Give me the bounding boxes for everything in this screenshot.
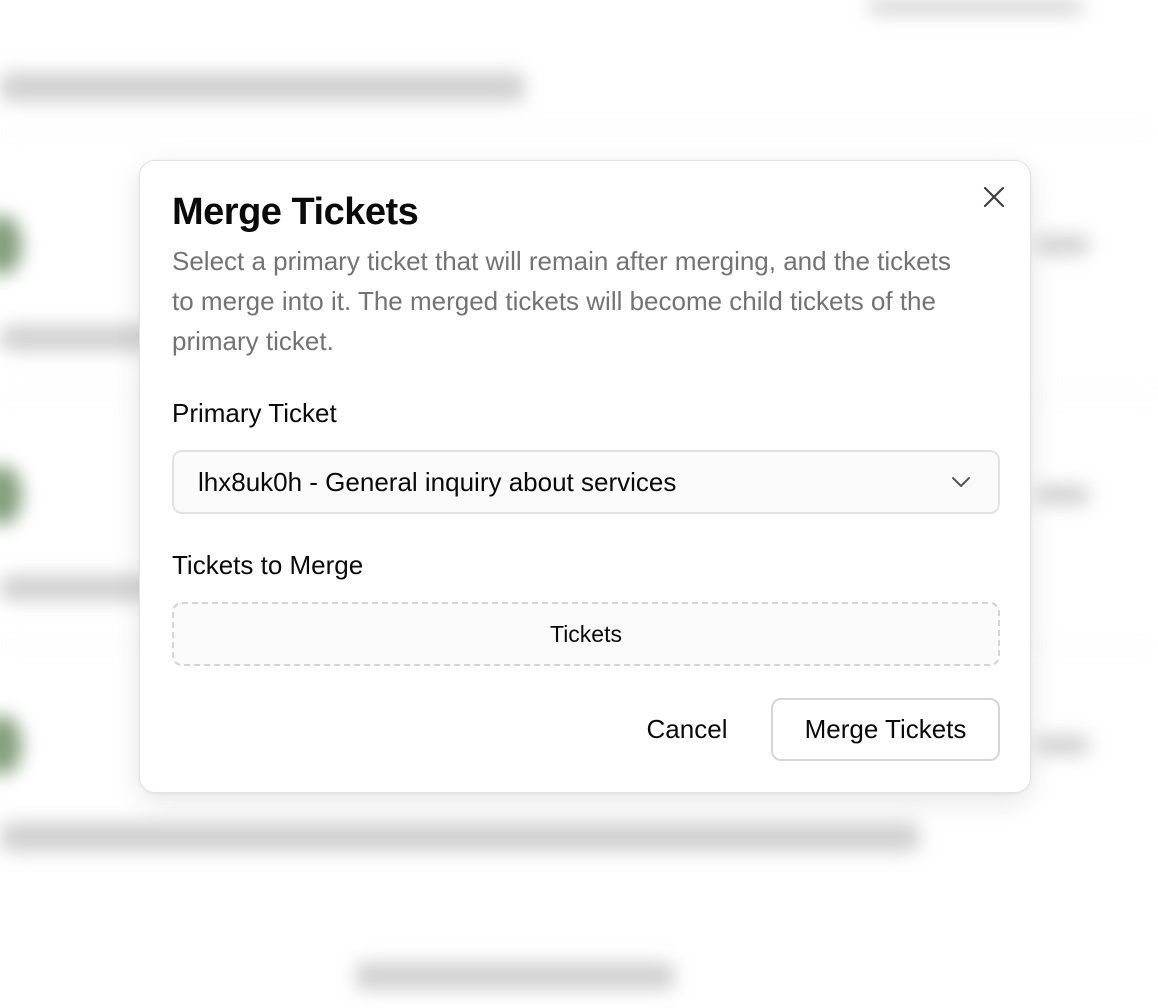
close-icon xyxy=(983,186,1005,208)
merge-tickets-button[interactable]: Merge Tickets xyxy=(771,698,1000,761)
close-button[interactable] xyxy=(980,183,1008,211)
tickets-to-merge-label: Tickets to Merge xyxy=(172,550,364,580)
chevron-down-icon xyxy=(952,477,970,487)
background-avatar xyxy=(0,465,22,525)
background-heading xyxy=(0,72,525,102)
background-avatar xyxy=(0,715,22,775)
dialog-title: Merge Tickets xyxy=(172,191,419,233)
tickets-to-merge-selector[interactable]: Tickets xyxy=(172,602,1000,666)
primary-ticket-value: lhx8uk0h - General inquiry about service… xyxy=(198,466,677,497)
primary-ticket-select[interactable]: lhx8uk0h - General inquiry about service… xyxy=(172,450,1000,514)
background-top-pill xyxy=(868,0,1083,14)
background-row-text xyxy=(0,325,150,351)
background-row-meta xyxy=(1035,235,1090,255)
background-avatar xyxy=(0,215,22,275)
background-divider xyxy=(0,130,1158,131)
merge-tickets-dialog: Merge Tickets Select a primary ticket th… xyxy=(139,160,1031,793)
cancel-button[interactable]: Cancel xyxy=(626,698,748,760)
background-row-meta xyxy=(1035,485,1090,505)
background-pagination xyxy=(355,962,675,990)
tickets-placeholder: Tickets xyxy=(550,620,622,647)
background-row-text xyxy=(0,575,150,601)
dialog-description: Select a primary ticket that will remain… xyxy=(172,246,951,356)
background-row-text xyxy=(0,822,920,852)
background-row-meta xyxy=(1035,735,1090,755)
primary-ticket-label: Primary Ticket xyxy=(172,398,337,428)
